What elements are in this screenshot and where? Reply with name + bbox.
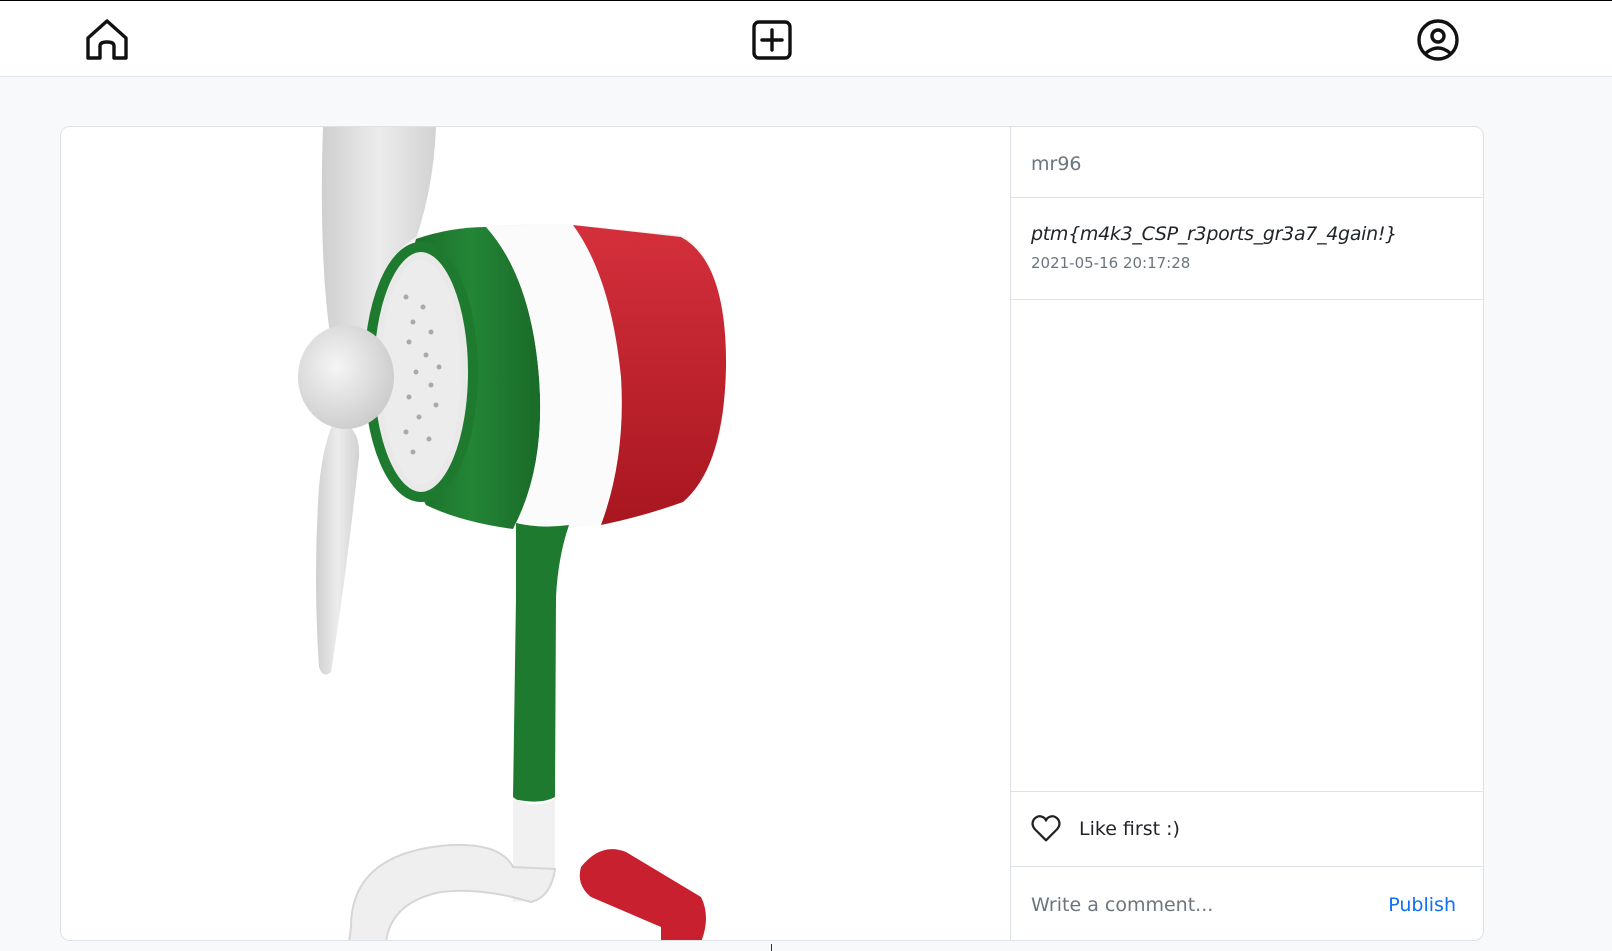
post-sidebar: mr96 ptm{m4k3_CSP_r3ports_gr3a7_4gain!} … bbox=[1010, 127, 1483, 940]
like-label: Like first :) bbox=[1079, 818, 1180, 840]
post-card: mr96 ptm{m4k3_CSP_r3ports_gr3a7_4gain!} … bbox=[60, 126, 1484, 941]
post-photo bbox=[61, 127, 1009, 940]
top-navbar bbox=[0, 0, 1612, 77]
publish-button[interactable]: Publish bbox=[1388, 894, 1456, 916]
base-red-bar bbox=[579, 849, 706, 940]
post-caption-section: ptm{m4k3_CSP_r3ports_gr3a7_4gain!} 2021-… bbox=[1011, 198, 1483, 300]
stand-neck bbox=[513, 523, 569, 802]
comment-input[interactable] bbox=[1031, 893, 1389, 916]
post-date: 2021-05-16 20:17:28 bbox=[1031, 254, 1191, 272]
heart-outline-icon[interactable] bbox=[1029, 812, 1063, 846]
fan-blade-bottom bbox=[316, 417, 360, 675]
like-section: Like first :) bbox=[1011, 791, 1483, 867]
post-author[interactable]: mr96 bbox=[1011, 127, 1483, 198]
post-caption: ptm{m4k3_CSP_r3ports_gr3a7_4gain!} bbox=[1031, 223, 1397, 245]
comment-form: Publish bbox=[1011, 867, 1483, 940]
divider-tick bbox=[771, 944, 772, 951]
fan-hub bbox=[298, 325, 394, 429]
plus-square-icon[interactable] bbox=[747, 15, 797, 65]
user-circle-icon[interactable] bbox=[1413, 15, 1463, 65]
home-icon[interactable] bbox=[82, 15, 132, 65]
